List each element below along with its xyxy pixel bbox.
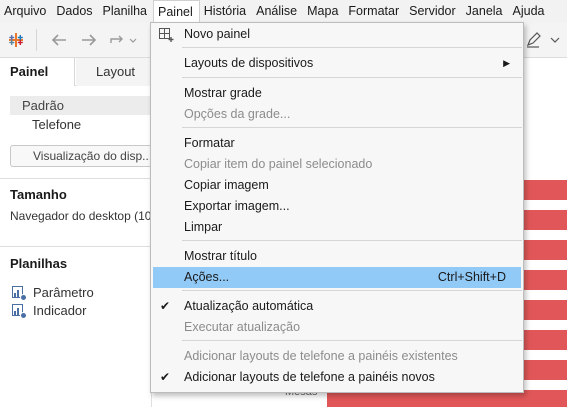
menu-janela[interactable]: Janela xyxy=(462,0,509,23)
sheets-section-title: Planilhas xyxy=(10,256,68,271)
menu-separator xyxy=(182,240,522,241)
menu-painel[interactable]: Painel xyxy=(153,0,200,23)
menu-item-copiar-imagem[interactable]: Copiar imagem xyxy=(153,175,521,196)
menu-separator xyxy=(182,127,522,128)
pen-icon[interactable] xyxy=(524,31,542,49)
menu-bar: Arquivo Dados Planilha Painel História A… xyxy=(0,0,567,23)
menu-item-limpar[interactable]: Limpar xyxy=(153,217,521,238)
sheet-label: Indicador xyxy=(33,303,87,318)
menu-dados[interactable]: Dados xyxy=(52,0,98,23)
dashboard-sidebar: Painel Layout Padrão Telefone Visualizaç… xyxy=(0,58,152,407)
checkmark-icon: ✔ xyxy=(160,370,171,384)
back-arrow-icon[interactable] xyxy=(50,31,68,49)
forward-arrow-icon[interactable] xyxy=(80,31,98,49)
divider xyxy=(0,178,152,179)
menu-item-exportar-imagem[interactable]: Exportar imagem... xyxy=(153,196,521,217)
submenu-arrow-icon: ▶ xyxy=(503,58,510,68)
redo-dropdown-icon[interactable] xyxy=(108,31,138,49)
menu-item-copiar-item: Copiar item do painel selecionado xyxy=(184,157,373,171)
checkmark-icon: ✔ xyxy=(160,299,171,313)
sheet-label: Parâmetro xyxy=(33,285,94,300)
menu-separator xyxy=(182,290,522,291)
menu-historia[interactable]: História xyxy=(200,0,252,23)
menu-item-formatar[interactable]: Formatar xyxy=(153,133,521,154)
menu-item-atualizacao-automatica[interactable]: ✔ Atualização automática xyxy=(153,296,521,317)
menu-arquivo[interactable]: Arquivo xyxy=(0,0,52,23)
size-dropdown[interactable]: Navegador do desktop (100 xyxy=(10,209,152,223)
menu-ajuda[interactable]: Ajuda xyxy=(509,0,551,23)
divider xyxy=(0,246,152,247)
menu-item-mostrar-grade[interactable]: Mostrar grade xyxy=(153,83,521,104)
pen-dropdown-icon[interactable] xyxy=(548,31,562,49)
menu-item-mostrar-titulo[interactable]: Mostrar título xyxy=(153,246,521,267)
device-preview-button[interactable]: Visualização do disp... xyxy=(10,145,152,167)
painel-dropdown-menu: Novo painel Layouts de dispositivos ▶ Mo… xyxy=(150,22,524,393)
menu-separator xyxy=(182,340,522,341)
menu-formatar[interactable]: Formatar xyxy=(344,0,405,23)
size-section-title: Tamanho xyxy=(10,187,67,202)
worksheet-icon xyxy=(12,285,27,301)
tab-painel[interactable]: Painel xyxy=(0,58,75,86)
device-padrao[interactable]: Padrão xyxy=(10,96,152,115)
menu-servidor[interactable]: Servidor xyxy=(405,0,462,23)
menu-mapa[interactable]: Mapa xyxy=(303,0,344,23)
menu-analise[interactable]: Análise xyxy=(252,0,303,23)
menu-planilha[interactable]: Planilha xyxy=(99,0,153,23)
sheet-item-parametro[interactable]: Parâmetro xyxy=(12,285,94,301)
tableau-logo-icon[interactable] xyxy=(7,31,25,49)
sidebar-tabs: Painel Layout xyxy=(0,58,152,86)
shortcut-label: Ctrl+Shift+D xyxy=(437,270,506,284)
menu-item-layouts-novos[interactable]: ✔ Adicionar layouts de telefone a painéi… xyxy=(153,367,521,388)
tab-layout[interactable]: Layout xyxy=(76,58,152,86)
worksheet-icon xyxy=(12,303,27,319)
menu-item-novo-painel[interactable]: Novo painel xyxy=(153,24,521,45)
menu-item-opcoes-grade: Opções da grade... xyxy=(184,107,291,121)
menu-separator xyxy=(182,77,522,78)
menu-item-executar-atualizacao: Executar atualização xyxy=(184,320,301,334)
menu-item-layouts-dispositivos[interactable]: Layouts de dispositivos ▶ xyxy=(153,53,521,74)
menu-item-layouts-existentes: Adicionar layouts de telefone a painéis … xyxy=(184,349,458,363)
menu-item-acoes[interactable]: Ações... Ctrl+Shift+D xyxy=(153,267,521,288)
sheet-item-indicador[interactable]: Indicador xyxy=(12,303,87,319)
new-dashboard-icon xyxy=(159,28,174,42)
menu-separator xyxy=(182,47,522,48)
device-telefone[interactable]: Telefone xyxy=(32,117,81,132)
